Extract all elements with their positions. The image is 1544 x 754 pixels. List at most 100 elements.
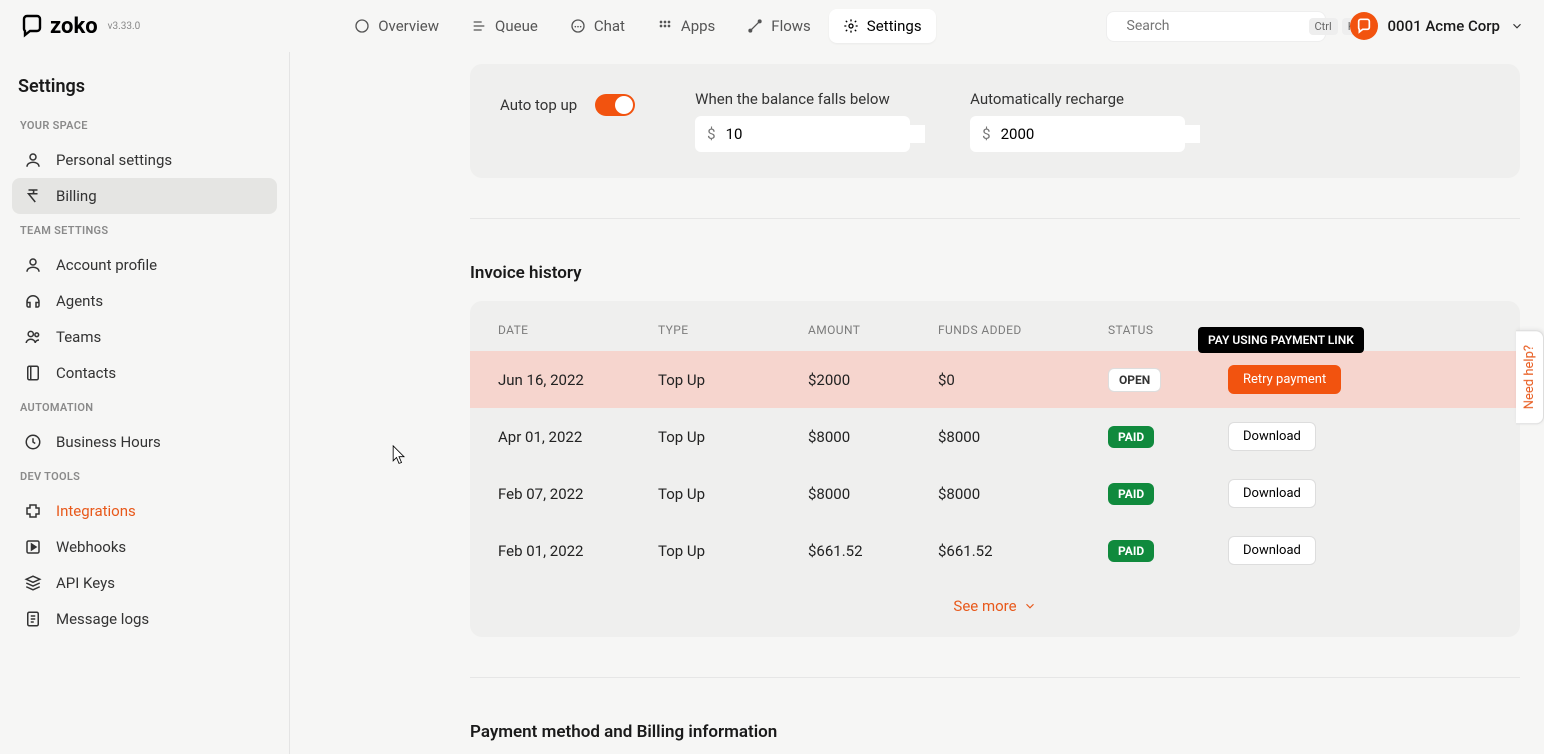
chat-bubble-icon xyxy=(1356,18,1372,34)
sidebar-label: API Keys xyxy=(56,574,115,592)
nav-overview[interactable]: Overview xyxy=(340,9,453,43)
cell-date: Feb 07, 2022 xyxy=(498,485,658,503)
sidebar-item-contacts[interactable]: Contacts xyxy=(12,355,277,391)
search-input[interactable] xyxy=(1127,18,1305,34)
users-icon xyxy=(24,328,42,346)
brand-logo[interactable]: zoko v3.33.0 xyxy=(20,14,140,39)
group-dev-tools: DEV TOOLS xyxy=(20,470,269,483)
sidebar-item-message-logs[interactable]: Message logs xyxy=(12,601,277,637)
download-button[interactable]: Download xyxy=(1228,536,1316,565)
sidebar-label: Business Hours xyxy=(56,433,161,451)
nav-flows-label: Flows xyxy=(771,17,811,35)
see-more-label: See more xyxy=(953,597,1016,615)
kbd-ctrl: Ctrl xyxy=(1309,18,1338,35)
recharge-field: Automatically recharge $ xyxy=(970,90,1185,152)
queue-icon xyxy=(471,18,487,34)
rupee-icon xyxy=(24,187,42,205)
col-amount: AMOUNT xyxy=(808,323,938,337)
sidebar-item-account-profile[interactable]: Account profile xyxy=(12,247,277,283)
sidebar-label: Integrations xyxy=(56,502,136,520)
threshold-input[interactable] xyxy=(726,125,925,143)
group-automation: AUTOMATION xyxy=(20,401,269,414)
sidebar-item-business-hours[interactable]: Business Hours xyxy=(12,424,277,460)
cell-date: Apr 01, 2022 xyxy=(498,428,658,446)
search-box[interactable]: Ctrl K xyxy=(1106,11,1326,42)
status-badge: PAID xyxy=(1108,426,1154,448)
cell-amount: $661.52 xyxy=(808,542,938,560)
cell-funds: $8000 xyxy=(938,428,1108,446)
apps-icon xyxy=(657,18,673,34)
download-button[interactable]: Download xyxy=(1228,422,1316,451)
nav-overview-label: Overview xyxy=(378,17,439,35)
recharge-input-wrap[interactable]: $ xyxy=(970,116,1185,152)
sidebar-item-api-keys[interactable]: API Keys xyxy=(12,565,277,601)
nav-apps[interactable]: Apps xyxy=(643,9,729,43)
org-switcher[interactable]: 0001 Acme Corp xyxy=(1350,12,1524,40)
divider xyxy=(470,218,1520,219)
group-team: TEAM SETTINGS xyxy=(20,224,269,237)
chevron-down-icon xyxy=(1023,599,1037,613)
cell-status: PAID xyxy=(1108,426,1228,448)
sidebar-label: Message logs xyxy=(56,610,149,628)
threshold-input-wrap[interactable]: $ xyxy=(695,116,910,152)
sidebar-item-webhooks[interactable]: Webhooks xyxy=(12,529,277,565)
group-your-space: YOUR SPACE xyxy=(20,119,269,132)
nav-settings[interactable]: Settings xyxy=(829,9,936,43)
recharge-label: Automatically recharge xyxy=(970,90,1185,108)
user-icon xyxy=(24,151,42,169)
cell-action: Download xyxy=(1228,536,1492,565)
table-row: Apr 01, 2022Top Up$8000$8000PAIDDownload xyxy=(470,408,1520,465)
retry-payment-button[interactable]: Retry payment xyxy=(1228,365,1341,394)
document-icon xyxy=(24,610,42,628)
col-date: DATE xyxy=(498,323,658,337)
org-name: 0001 Acme Corp xyxy=(1388,17,1500,35)
brand-version: v3.33.0 xyxy=(108,21,141,32)
cell-date: Feb 01, 2022 xyxy=(498,542,658,560)
cell-type: Top Up xyxy=(658,542,808,560)
invoice-history-title: Invoice history xyxy=(470,263,1520,283)
recharge-input[interactable] xyxy=(1001,125,1200,143)
auto-topup-toggle[interactable] xyxy=(595,94,635,116)
download-button[interactable]: Download xyxy=(1228,479,1316,508)
nav-flows[interactable]: Flows xyxy=(733,9,825,43)
auto-topup-label: Auto top up xyxy=(500,96,577,114)
nav-queue[interactable]: Queue xyxy=(457,9,552,43)
sidebar-label: Agents xyxy=(56,292,103,310)
invoice-rows: Jun 16, 2022Top Up$2000$0OPENPAY USING P… xyxy=(470,351,1520,579)
book-icon xyxy=(24,364,42,382)
sidebar-item-billing[interactable]: Billing xyxy=(12,178,277,214)
col-type: TYPE xyxy=(658,323,808,337)
cell-type: Top Up xyxy=(658,428,808,446)
divider xyxy=(470,677,1520,678)
tooltip: PAY USING PAYMENT LINK xyxy=(1198,327,1364,353)
currency-symbol: $ xyxy=(707,125,715,143)
cell-amount: $8000 xyxy=(808,428,938,446)
cell-action: Download xyxy=(1228,422,1492,451)
sidebar-item-agents[interactable]: Agents xyxy=(12,283,277,319)
nav-apps-label: Apps xyxy=(681,17,715,35)
cell-amount: $8000 xyxy=(808,485,938,503)
chat-icon xyxy=(570,18,586,34)
status-badge: PAID xyxy=(1108,483,1154,505)
cell-status: OPEN xyxy=(1108,368,1228,392)
chat-bubble-icon xyxy=(20,14,44,38)
nav-chat[interactable]: Chat xyxy=(556,9,639,43)
nav-queue-label: Queue xyxy=(495,17,538,35)
sidebar-label: Contacts xyxy=(56,364,116,382)
sidebar-label: Account profile xyxy=(56,256,157,274)
sidebar-item-personal-settings[interactable]: Personal settings xyxy=(12,142,277,178)
main-content: Auto top up When the balance falls below… xyxy=(290,52,1544,754)
flows-icon xyxy=(747,18,763,34)
main-nav: Overview Queue Chat Apps Flows Settings xyxy=(340,9,935,43)
sidebar-item-teams[interactable]: Teams xyxy=(12,319,277,355)
sidebar-label: Billing xyxy=(56,187,97,205)
settings-sidebar: Settings YOUR SPACE Personal settings Bi… xyxy=(0,52,290,754)
org-avatar xyxy=(1350,12,1378,40)
sidebar-item-integrations[interactable]: Integrations xyxy=(12,493,277,529)
cell-amount: $2000 xyxy=(808,371,938,389)
payment-section-title: Payment method and Billing information xyxy=(470,722,1520,742)
need-help-tab[interactable]: Need help? xyxy=(1516,330,1544,424)
see-more-link[interactable]: See more xyxy=(470,579,1520,619)
sidebar-title: Settings xyxy=(18,76,271,97)
threshold-label: When the balance falls below xyxy=(695,90,910,108)
